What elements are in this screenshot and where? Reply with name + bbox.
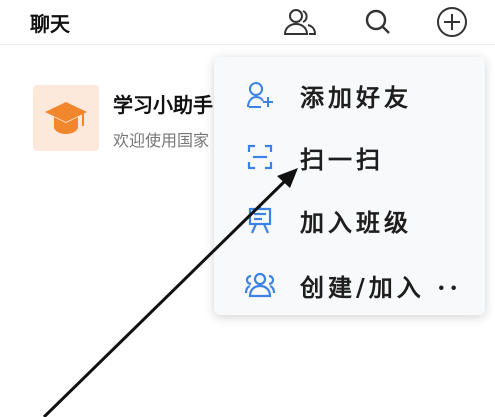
annotation-arrow (42, 168, 298, 417)
